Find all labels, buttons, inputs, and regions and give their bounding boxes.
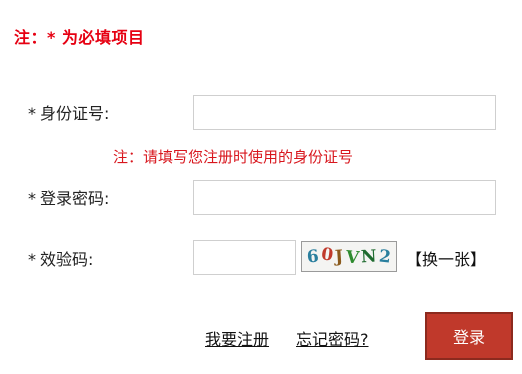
required-star: * — [28, 189, 36, 208]
captcha-char: 2 — [377, 245, 392, 268]
captcha-label: * 效验码: — [28, 246, 93, 270]
required-star: * — [28, 250, 36, 269]
register-link[interactable]: 我要注册 — [205, 326, 269, 350]
refresh-captcha-link[interactable]: 【换一张】 — [406, 246, 486, 270]
login-button[interactable]: 登录 — [425, 312, 513, 360]
required-fields-note: 注：* 为必填项目 — [14, 28, 145, 47]
captcha-char: J — [334, 246, 345, 267]
id-number-hint: 注：请填写您注册时使用的身份证号 — [113, 148, 354, 166]
captcha-char: 0 — [320, 243, 335, 266]
password-label-text: 登录密码: — [40, 189, 110, 208]
captcha-image[interactable]: 60JVN2 — [301, 241, 397, 272]
captcha-char: 6 — [306, 245, 320, 268]
forgot-password-link[interactable]: 忘记密码? — [296, 326, 369, 350]
id-number-label-text: 身份证号: — [40, 104, 110, 123]
password-label: * 登录密码: — [28, 185, 109, 209]
id-number-label: * 身份证号: — [28, 100, 109, 124]
captcha-input[interactable] — [193, 240, 296, 275]
captcha-char: N — [360, 246, 378, 267]
captcha-label-text: 效验码: — [40, 250, 94, 269]
required-star: * — [28, 104, 36, 123]
id-number-input[interactable] — [193, 95, 496, 130]
password-input[interactable] — [193, 180, 496, 215]
captcha-char: V — [344, 246, 360, 269]
